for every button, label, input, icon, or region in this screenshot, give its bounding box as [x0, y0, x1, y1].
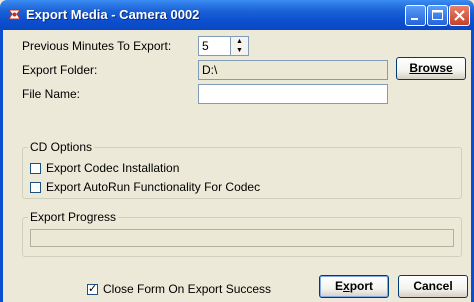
close-icon: [454, 10, 465, 21]
export-autorun-label[interactable]: Export AutoRun Functionality For Codec: [46, 180, 260, 194]
browse-button[interactable]: Browse: [396, 57, 466, 80]
export-progress-title: Export Progress: [28, 210, 119, 224]
maximize-button[interactable]: [427, 5, 448, 26]
export-codec-checkbox[interactable]: [30, 163, 41, 174]
export-folder-field[interactable]: [198, 60, 388, 80]
export-progress-bar: [30, 229, 454, 247]
spin-down-icon[interactable]: ▼: [231, 46, 248, 55]
close-on-success-checkbox[interactable]: ✓: [87, 284, 98, 295]
cancel-button-label: Cancel: [413, 279, 453, 293]
cd-options-title: CD Options: [28, 140, 95, 154]
previous-minutes-input[interactable]: [198, 36, 232, 56]
maximize-icon: [432, 10, 443, 20]
spin-up-icon[interactable]: ▲: [231, 37, 248, 46]
cancel-button[interactable]: Cancel: [398, 275, 468, 298]
title-bar[interactable]: Export Media - Camera 0002: [0, 0, 474, 30]
export-media-dialog: Export Media - Camera 0002 Previous Minu…: [0, 0, 474, 302]
export-folder-label: Export Folder:: [22, 63, 98, 77]
previous-minutes-spinner[interactable]: ▲ ▼: [230, 36, 249, 56]
export-autorun-checkbox[interactable]: [30, 182, 41, 193]
window-title: Export Media - Camera 0002: [26, 7, 200, 22]
previous-minutes-label: Previous Minutes To Export:: [22, 39, 172, 53]
camera-app-icon: [8, 9, 21, 20]
file-name-input[interactable]: [198, 84, 388, 104]
export-codec-label[interactable]: Export Codec Installation: [46, 161, 179, 175]
close-on-success-label[interactable]: Close Form On Export Success: [103, 282, 271, 296]
browse-button-label: Browse: [409, 61, 453, 75]
file-name-label: File Name:: [22, 87, 81, 101]
window-frame-left: [0, 30, 3, 302]
close-button[interactable]: [449, 5, 470, 26]
minimize-icon: [411, 18, 418, 20]
export-button-label: Export: [334, 279, 374, 293]
minimize-button[interactable]: [405, 5, 426, 26]
export-button[interactable]: Export: [319, 275, 389, 298]
